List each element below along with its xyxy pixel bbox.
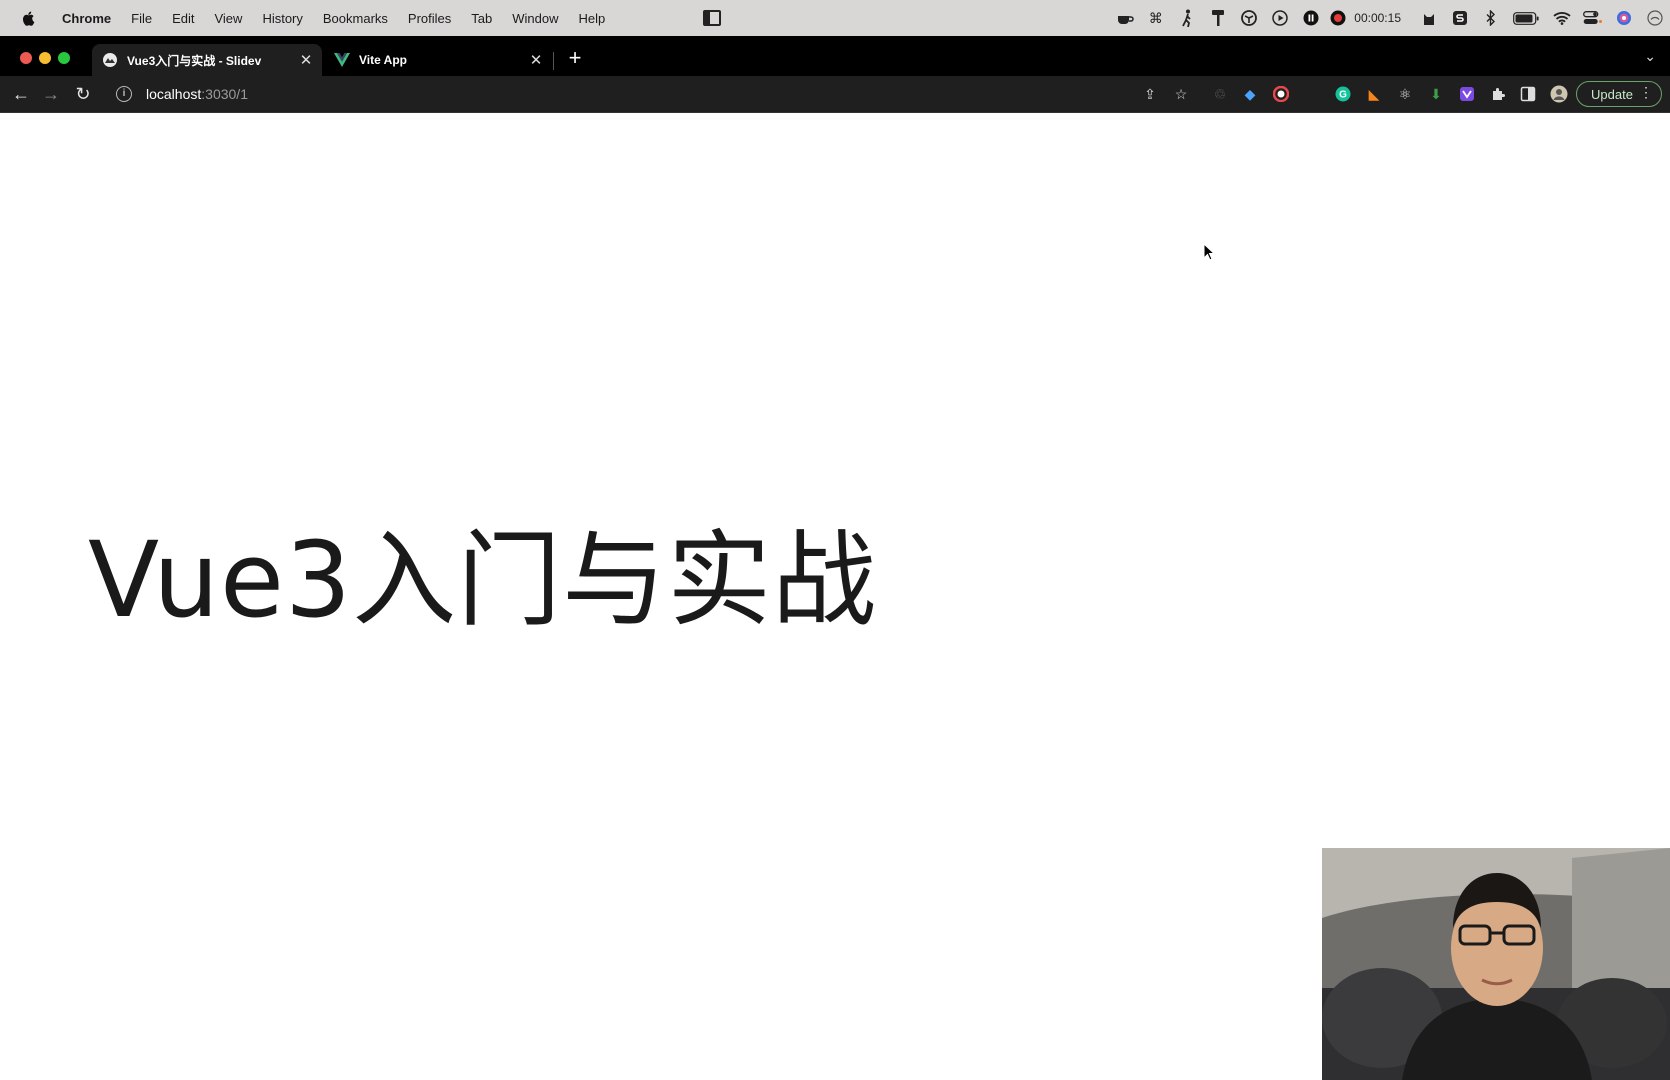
tab-vite-app[interactable]: Vite App ✕ [324,44,552,76]
menu-history[interactable]: History [252,11,312,26]
browser-tab-strip: Vue3入门与实战 - Slidev ✕ Vite App ✕ + ⌄ [0,36,1670,76]
status-area: ⌘ 00:00:15 [1109,0,1670,36]
close-window-button[interactable] [20,52,32,64]
bluetooth-icon[interactable] [1475,0,1506,36]
menu-bookmarks[interactable]: Bookmarks [313,11,398,26]
scrivener-icon[interactable] [1444,0,1475,36]
battery-icon [1506,0,1546,36]
shield-extension-icon[interactable] [1458,85,1476,103]
profile-avatar-icon[interactable] [1550,85,1568,103]
extensions-puzzle-icon[interactable] [1489,85,1507,103]
url-path: :3030/1 [201,86,248,102]
macos-menu-bar: Chrome File Edit View History Bookmarks … [0,0,1670,36]
recycle-extension-icon[interactable]: ♲ [1211,85,1229,103]
recording-timer: 00:00:15 [1354,11,1401,25]
update-label: Update [1591,86,1633,102]
slidev-icon [102,52,118,68]
notification-center-icon[interactable] [1639,0,1670,36]
apple-logo-icon[interactable] [20,9,38,27]
update-button[interactable]: Update ⋮ [1576,81,1662,107]
svg-text:G: G [1339,90,1347,101]
slide-title: Vue3入门与实战 [88,519,878,641]
close-tab-icon[interactable]: ✕ [296,51,316,69]
tab-slidev[interactable]: Vue3入门与实战 - Slidev ✕ [92,44,322,76]
new-tab-button[interactable]: + [565,46,585,70]
share-icon[interactable]: ⇪ [1141,85,1159,103]
react-devtools-icon[interactable]: ⚛ [1396,85,1414,103]
close-tab-icon[interactable]: ✕ [526,51,546,69]
play-circle-icon[interactable] [1264,0,1295,36]
paint-roller-icon[interactable] [1202,0,1233,36]
menu-file[interactable]: File [121,11,162,26]
vue-icon [334,52,350,68]
menu-help[interactable]: Help [569,11,616,26]
back-button[interactable]: ← [9,82,33,106]
metamask-fox-icon[interactable]: ◣ [1365,85,1383,103]
walking-figure-icon[interactable] [1171,0,1202,36]
site-info-icon[interactable]: i [116,86,132,102]
menu-edit[interactable]: Edit [162,11,204,26]
record-stop-icon[interactable] [1326,0,1350,36]
address-bar[interactable]: i localhost:3030/1 [108,80,1198,108]
download-arrow-icon[interactable]: ⬇ [1427,85,1445,103]
pause-circle-icon[interactable] [1295,0,1326,36]
sidebar-toggle-icon[interactable] [703,10,722,26]
more-menu-icon[interactable]: ⋮ [1639,84,1653,101]
minimize-window-button[interactable] [39,52,51,64]
mouse-cursor-icon [1203,243,1215,261]
reload-button[interactable]: ↻ [71,82,95,106]
tab-title: Vue3入门与实战 - Slidev [127,53,262,68]
bookmark-star-icon[interactable]: ☆ [1172,85,1190,103]
wifi-icon[interactable] [1546,0,1577,36]
diamond-extension-icon[interactable]: ◆ [1241,85,1259,103]
grammarly-icon[interactable]: G [1334,85,1352,103]
siri-icon[interactable] [1608,0,1639,36]
color-picker-extension-icon[interactable] [1272,85,1290,103]
menu-tab[interactable]: Tab [461,11,502,26]
command-key-icon[interactable]: ⌘ [1140,0,1171,36]
cat-icon[interactable] [1413,0,1444,36]
presenter-video-frame [1322,848,1670,1080]
browser-toolbar: ← → ↻ i localhost:3030/1 ⇪ ☆ ♲ ◆ G ◣ ⚛ ⬇… [0,76,1670,113]
tab-search-chevron-icon[interactable]: ⌄ [1644,48,1656,65]
control-center-icon[interactable] [1577,0,1608,36]
menu-view[interactable]: View [204,11,252,26]
presenter-webcam-overlay [1322,848,1670,1080]
menu-window[interactable]: Window [502,11,568,26]
tab-separator [553,52,554,70]
zoom-window-button[interactable] [58,52,70,64]
menu-profiles[interactable]: Profiles [398,11,461,26]
side-panel-icon[interactable] [1519,85,1537,103]
forward-button[interactable]: → [39,82,63,106]
tab-title: Vite App [359,53,408,67]
menu-app-name[interactable]: Chrome [52,11,121,26]
url-host: localhost [146,86,202,102]
coffee-cup-icon[interactable] [1109,0,1140,36]
package-box-icon[interactable] [1233,0,1264,36]
